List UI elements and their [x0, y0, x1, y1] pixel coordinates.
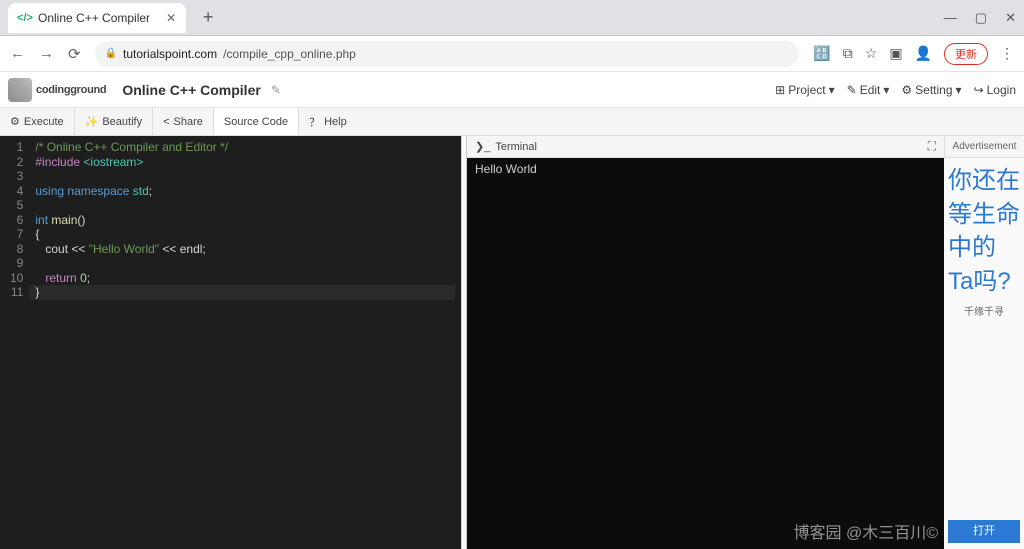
window-minimize-icon[interactable]: — [944, 10, 957, 26]
logo-text: codingground [36, 84, 106, 96]
back-button[interactable]: ← [10, 45, 25, 62]
share-button[interactable]: < Share [153, 108, 214, 135]
browser-address-bar: ← → ⟳ 🔒 tutorialspoint.com/compile_cpp_o… [0, 36, 1024, 72]
update-button[interactable]: 更新 [944, 43, 988, 65]
help-button[interactable]: ？ Help [299, 108, 357, 135]
translate-icon[interactable]: 🔠 [813, 45, 830, 62]
project-menu[interactable]: ⊞ Project ▾ [775, 83, 834, 97]
setting-menu[interactable]: ⚙ Setting ▾ [901, 83, 961, 97]
rename-icon[interactable]: ✎ [271, 83, 281, 97]
ad-pane: Advertisement 你还在等生命中的Ta吗? 千缘千寻 打开 [944, 136, 1024, 549]
new-tab-button[interactable]: + [196, 7, 220, 28]
site-logo[interactable]: codingground [8, 78, 106, 102]
url-input[interactable]: 🔒 tutorialspoint.com/compile_cpp_online.… [95, 41, 800, 67]
ad-text: 你还在等生命中的Ta吗? [948, 164, 1020, 298]
main-content: 1234567891011 /* Online C++ Compiler and… [0, 136, 1024, 549]
source-code-tab[interactable]: Source Code [214, 108, 299, 135]
terminal-header: ❯_ Terminal ⛶ [467, 136, 944, 158]
execute-button[interactable]: ⚙ Execute [0, 108, 75, 135]
ad-body[interactable]: 你还在等生命中的Ta吗? 千缘千寻 打开 [944, 158, 1024, 549]
ad-subtext: 千缘千寻 [964, 306, 1004, 320]
reading-list-icon[interactable]: ▣ [889, 45, 902, 62]
editor-pane: 1234567891011 /* Online C++ Compiler and… [0, 136, 461, 549]
terminal-icon: ❯_ [475, 140, 490, 153]
beautify-button[interactable]: ✨ Beautify [75, 108, 153, 135]
extension-icon[interactable]: ⧉ [843, 45, 853, 62]
terminal-output[interactable]: Hello World [467, 158, 944, 549]
browser-actions: 🔠 ⧉ ☆ ▣ 👤 更新 ⋮ [813, 43, 1014, 65]
maximize-terminal-icon[interactable]: ⛶ [928, 139, 936, 154]
terminal-title: Terminal [495, 141, 537, 153]
terminal-pane: ❯_ Terminal ⛶ Hello World [467, 136, 944, 549]
tab-favicon: </> [18, 11, 32, 25]
login-button[interactable]: ↪ Login [974, 83, 1016, 97]
profile-icon[interactable]: 👤 [915, 45, 932, 62]
url-host: tutorialspoint.com [123, 47, 217, 61]
browser-tab-strip: </> Online C++ Compiler ✕ + — ▢ ✕ [0, 0, 1024, 36]
window-close-icon[interactable]: ✕ [1005, 10, 1016, 26]
tab-title: Online C++ Compiler [38, 11, 150, 25]
code-body[interactable]: /* Online C++ Compiler and Editor */#inc… [29, 136, 461, 549]
lock-icon: 🔒 [105, 48, 117, 59]
reload-button[interactable]: ⟳ [68, 45, 81, 63]
url-path: /compile_cpp_online.php [223, 47, 356, 61]
code-editor[interactable]: 1234567891011 /* Online C++ Compiler and… [0, 136, 461, 549]
editor-toolbar: ⚙ Execute ✨ Beautify < Share Source Code… [0, 108, 1024, 136]
line-gutter: 1234567891011 [0, 136, 29, 549]
browser-tab[interactable]: </> Online C++ Compiler ✕ [8, 3, 186, 33]
window-maximize-icon[interactable]: ▢ [975, 10, 987, 26]
edit-menu[interactable]: ✎ Edit ▾ [847, 83, 890, 97]
ad-header: Advertisement [944, 136, 1024, 158]
bookmark-icon[interactable]: ☆ [865, 45, 878, 62]
close-tab-icon[interactable]: ✕ [166, 11, 176, 25]
menu-icon[interactable]: ⋮ [1000, 45, 1014, 62]
logo-icon [8, 78, 32, 102]
page-title: Online C++ Compiler [122, 82, 260, 98]
ad-open-button[interactable]: 打开 [948, 520, 1020, 543]
app-header: codingground Online C++ Compiler ✎ ⊞ Pro… [0, 72, 1024, 108]
forward-button[interactable]: → [39, 45, 54, 62]
